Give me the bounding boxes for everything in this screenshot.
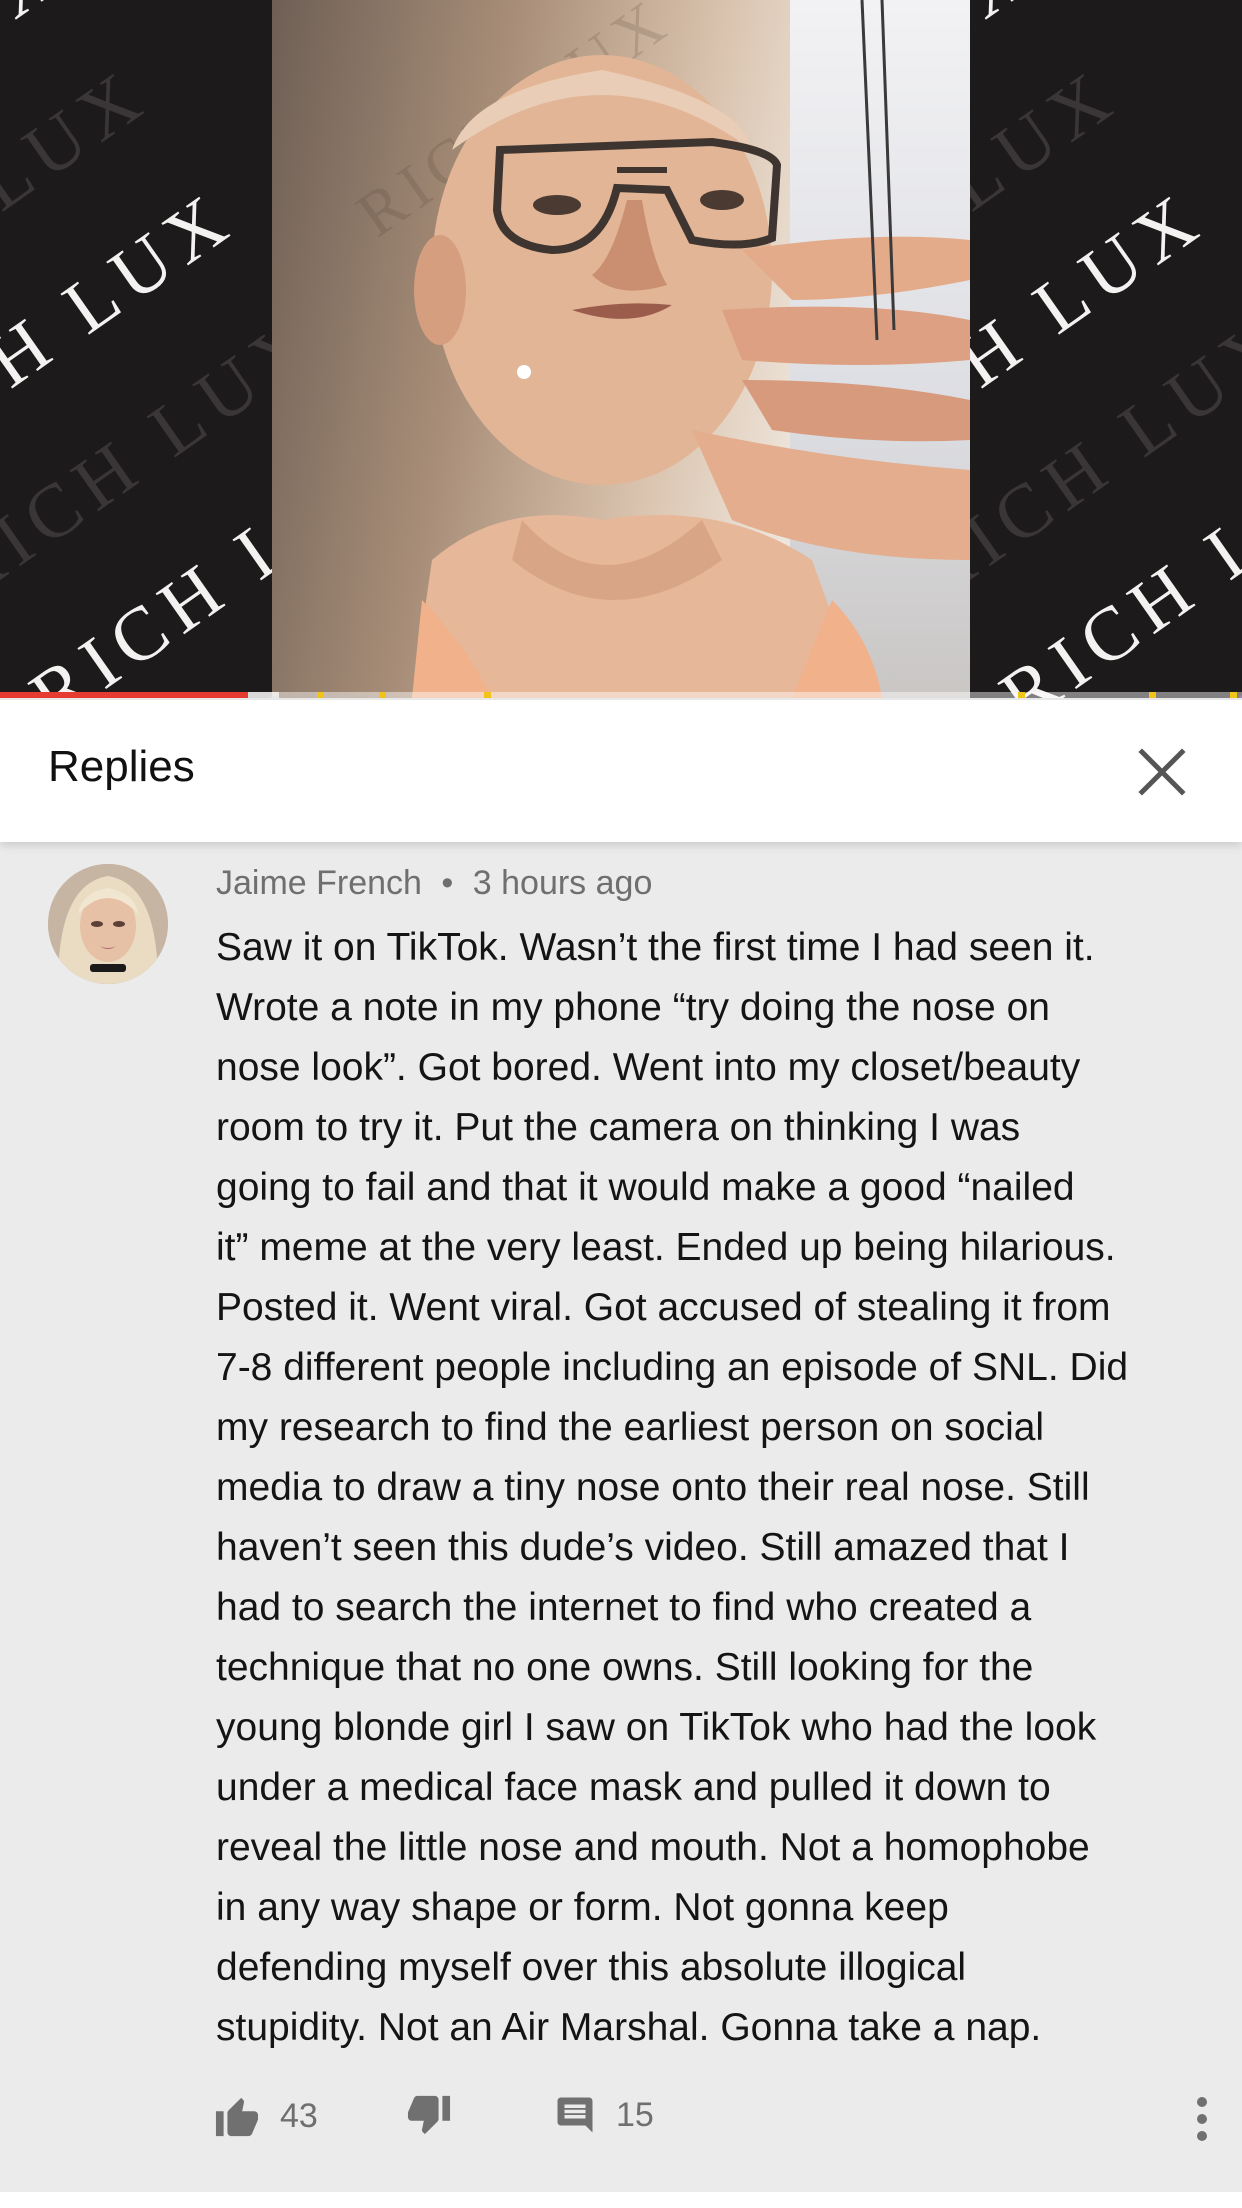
avatar[interactable]: [48, 864, 168, 984]
comment-line: Posted it. Went viral. Got accused of st…: [216, 1286, 1111, 1329]
comment-line: reveal the little nose and mouth. Not a …: [216, 1826, 1090, 1869]
close-button[interactable]: [1134, 744, 1190, 800]
comment-line: 7-8 different people including an episod…: [216, 1346, 1129, 1389]
video-progress-bar[interactable]: [0, 692, 1242, 698]
meta-separator: •: [441, 864, 454, 902]
ad-marker: [317, 692, 324, 698]
comment-line: media to draw a tiny nose onto their rea…: [216, 1466, 1090, 1509]
ad-marker: [1230, 692, 1237, 698]
comment-line: under a medical face mask and pulled it …: [216, 1766, 1051, 1809]
comment-author[interactable]: Jaime French: [216, 864, 422, 902]
comment-line: haven’t seen this dude’s video. Still am…: [216, 1526, 1070, 1569]
comment-line: room to try it. Put the camera on thinki…: [216, 1106, 1021, 1149]
comment-line: had to search the internet to find who c…: [216, 1586, 1032, 1629]
progress-played: [0, 692, 248, 698]
replies-header: Replies: [0, 700, 1242, 842]
close-icon: [1138, 748, 1186, 796]
ad-marker: [484, 692, 491, 698]
more-vert-icon: [1197, 2097, 1207, 2141]
comment-line: going to fail and that it would make a g…: [216, 1166, 1075, 1209]
ad-marker: [1018, 692, 1025, 698]
more-options-button[interactable]: [1190, 2096, 1214, 2142]
comment-line: technique that no one owns. Still lookin…: [216, 1646, 1034, 1689]
comment-line: Wrote a note in my phone “try doing the …: [216, 986, 1050, 1029]
video-player[interactable]: RICH LUX RICH LUX RICH LUX RICH LUX RICH…: [0, 0, 1242, 698]
watermark-pattern-right: RICH LUX RICH LUX RICH LUX RICH LUX RICH…: [970, 0, 1242, 698]
ad-marker: [1149, 692, 1156, 698]
thumbs-up-icon: [215, 2097, 259, 2137]
comment-line: nose look”. Got bored. Went into my clos…: [216, 1046, 1081, 1089]
comment-line: my research to find the earliest person …: [216, 1406, 1045, 1449]
comment-line: in any way shape or form. Not gonna keep: [216, 1886, 949, 1929]
like-button[interactable]: 43: [214, 2094, 318, 2138]
watermark-pattern-left: RICH LUX RICH LUX RICH LUX RICH LUX RICH…: [0, 0, 272, 698]
page-title: Replies: [48, 742, 195, 791]
comment-line: stupidity. Not an Air Marshal. Gonna tak…: [216, 2006, 1042, 2049]
thumbs-down-icon: [407, 2095, 451, 2135]
reply-count: 15: [616, 2095, 654, 2134]
video-frame: RICH LUX: [272, 0, 970, 698]
ad-marker: [379, 692, 386, 698]
user-avatar-icon: [48, 864, 168, 984]
like-count: 43: [280, 2096, 318, 2135]
person-illustration: [412, 0, 970, 698]
comment-meta: Jaime French • 3 hours ago: [216, 864, 652, 903]
replies-button[interactable]: 15: [554, 2094, 654, 2136]
comment-time: 3 hours ago: [472, 864, 653, 902]
comment-actions: 43 15: [0, 2066, 1242, 2176]
comment-line: young blonde girl I saw on TikTok who ha…: [216, 1706, 1097, 1749]
comment-line: Saw it on TikTok. Wasn’t the first time …: [216, 926, 1095, 969]
comment-line: defending myself over this absolute illo…: [216, 1946, 967, 1989]
comment-icon: [557, 2097, 593, 2133]
comment-text: Saw it on TikTok. Wasn’t the first time …: [216, 918, 1206, 2058]
dislike-button[interactable]: [406, 2094, 452, 2138]
comment-line: it” meme at the very least. Ended up bei…: [216, 1226, 1116, 1269]
bottom-divider: [0, 2192, 1242, 2208]
